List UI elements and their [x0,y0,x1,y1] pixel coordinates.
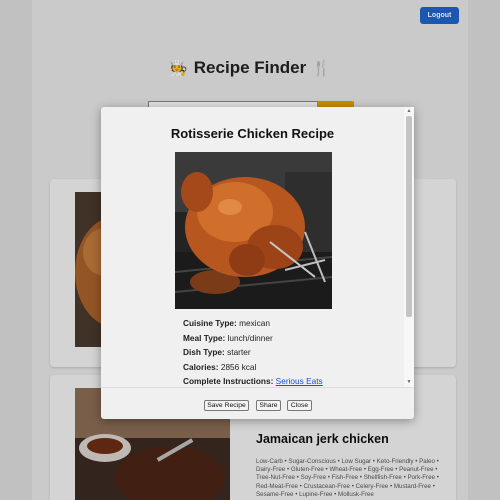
scroll-down-arrow-icon[interactable]: ▼ [406,379,412,385]
share-button[interactable]: Share [256,400,281,411]
scroll-up-arrow-icon[interactable]: ▲ [406,108,412,114]
cuisine-label: Cuisine Type: [183,318,237,328]
calories-value: 2856 kcal [220,362,257,372]
modal-body: Rotisserie Chicken Recipe Cuisine Type: … [101,107,404,387]
meal-label: Meal Type: [183,333,226,343]
dish-type: Dish Type: starter [183,347,251,357]
meal-type: Meal Type: lunch/dinner [183,333,273,343]
dish-label: Dish Type: [183,347,225,357]
modal-footer: Save Recipe Share Close [101,387,414,420]
save-recipe-button[interactable]: Save Recipe [204,400,249,411]
dish-value: starter [227,347,251,357]
modal-scrollbar[interactable]: ▲ ▼ [404,107,414,387]
recipe-modal: Rotisserie Chicken Recipe Cuisine Type: … [101,107,414,419]
instructions: Complete Instructions: Serious Eats [183,376,323,386]
recipe-image [175,152,332,309]
instructions-label: Complete Instructions: [183,376,274,386]
meal-value: lunch/dinner [227,333,273,343]
calories: Calories: 2856 kcal [183,362,256,372]
close-button[interactable]: Close [287,400,312,411]
modal-title: Rotisserie Chicken Recipe [170,126,335,141]
cuisine-value: mexican [239,318,271,328]
instructions-link[interactable]: Serious Eats [276,376,323,386]
cuisine-type: Cuisine Type: mexican [183,318,270,328]
calories-label: Calories: [183,362,219,372]
scroll-thumb[interactable] [406,116,412,317]
